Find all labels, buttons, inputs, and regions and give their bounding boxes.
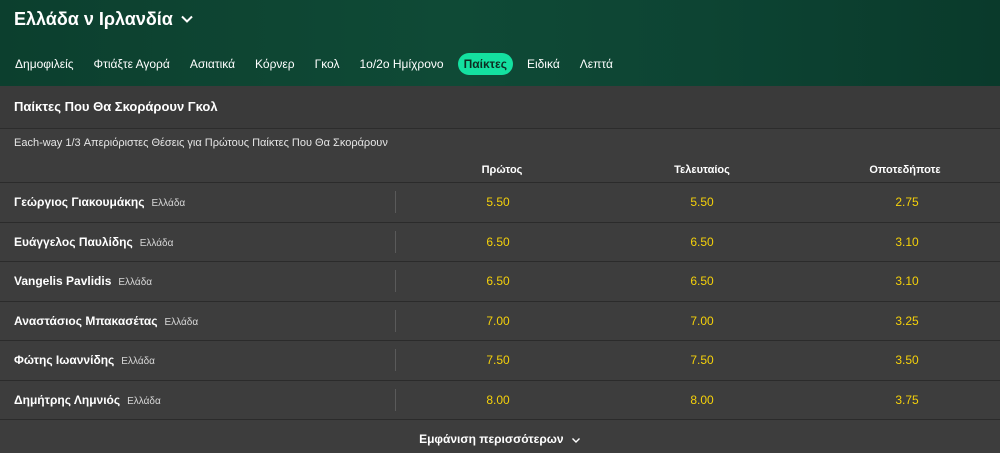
odds-first[interactable]: 5.50 bbox=[398, 195, 598, 209]
column-divider bbox=[395, 270, 396, 292]
market-tabs: Δημοφιλείς Φτιάξτε Αγορά Ασιατικά Κόρνερ… bbox=[9, 52, 627, 76]
odds-anytime[interactable]: 3.10 bbox=[807, 274, 1000, 288]
table-row: Vangelis Pavlidis Ελλάδα 6.50 6.50 3.10 bbox=[0, 261, 1000, 301]
odds-last[interactable]: 7.50 bbox=[602, 353, 802, 367]
odds-first[interactable]: 8.00 bbox=[398, 393, 598, 407]
chevron-down-icon bbox=[571, 437, 580, 443]
player-name: Ευάγγελος Παυλίδης Ελλάδα bbox=[14, 235, 174, 249]
tab-players[interactable]: Παίκτες bbox=[457, 53, 513, 75]
odds-first[interactable]: 7.50 bbox=[398, 353, 598, 367]
player-name: Αναστάσιος Μπακασέτας Ελλάδα bbox=[14, 314, 199, 328]
column-divider bbox=[395, 389, 396, 411]
odds-last[interactable]: 8.00 bbox=[602, 393, 802, 407]
odds-anytime[interactable]: 3.25 bbox=[807, 314, 1000, 328]
tab-halves[interactable]: 1ο/2ο Ημίχρονο bbox=[354, 53, 450, 75]
tab-minutes[interactable]: Λεπτά bbox=[574, 53, 619, 75]
match-header: Ελλάδα ν Ιρλανδία Δημοφιλείς Φτιάξτε Αγο… bbox=[0, 0, 1000, 86]
tab-goals[interactable]: Γκολ bbox=[309, 53, 346, 75]
table-row: Αναστάσιος Μπακασέτας Ελλάδα 7.00 7.00 3.… bbox=[0, 301, 1000, 341]
player-name: Vangelis Pavlidis Ελλάδα bbox=[14, 274, 153, 288]
odds-last[interactable]: 7.00 bbox=[602, 314, 802, 328]
odds-last[interactable]: 5.50 bbox=[602, 195, 802, 209]
each-way-note: Each-way 1/3 Απεριόριστες Θέσεις για Πρώ… bbox=[14, 137, 388, 149]
tab-specials[interactable]: Ειδικά bbox=[521, 53, 566, 75]
match-title: Ελλάδα ν Ιρλανδία bbox=[14, 8, 173, 29]
odds-last[interactable]: 6.50 bbox=[602, 274, 802, 288]
tab-bet-builder[interactable]: Φτιάξτε Αγορά bbox=[88, 53, 176, 75]
show-more-button[interactable]: Εμφάνιση περισσότερων bbox=[0, 432, 1000, 446]
column-header-first: Πρώτος bbox=[481, 164, 523, 176]
chevron-down-icon bbox=[181, 15, 193, 23]
column-divider bbox=[395, 349, 396, 371]
column-header-anytime: Οποτεδήποτε bbox=[869, 164, 941, 176]
odds-last[interactable]: 6.50 bbox=[602, 235, 802, 249]
table-row: Δημήτρης Λημνιός Ελλάδα 8.00 8.00 3.75 bbox=[0, 380, 1000, 420]
odds-anytime[interactable]: 3.10 bbox=[807, 235, 1000, 249]
odds-first[interactable]: 6.50 bbox=[398, 274, 598, 288]
market-title: Παίκτες Που Θα Σκοράρουν Γκολ bbox=[14, 99, 218, 114]
table-row: Φώτης Ιωαννίδης Ελλάδα 7.50 7.50 3.50 bbox=[0, 340, 1000, 380]
odds-first[interactable]: 7.00 bbox=[398, 314, 598, 328]
column-divider bbox=[395, 231, 396, 253]
tab-corners[interactable]: Κόρνερ bbox=[249, 53, 301, 75]
tab-asian[interactable]: Ασιατικά bbox=[184, 53, 241, 75]
player-name: Φώτης Ιωαννίδης Ελλάδα bbox=[14, 353, 155, 367]
show-more-label: Εμφάνιση περισσότερων bbox=[419, 432, 564, 446]
player-team: Ελλάδα bbox=[127, 396, 161, 407]
player-team: Ελλάδα bbox=[139, 238, 174, 249]
player-name: Δημήτρης Λημνιός Ελλάδα bbox=[14, 393, 161, 407]
odds-anytime[interactable]: 3.75 bbox=[807, 393, 1000, 407]
player-team: Ελλάδα bbox=[118, 277, 153, 288]
player-name: Γεώργιος Γιακουμάκης Ελλάδα bbox=[14, 195, 186, 209]
odds-anytime[interactable]: 3.50 bbox=[807, 353, 1000, 367]
table-row: Γεώργιος Γιακουμάκης Ελλάδα 5.50 5.50 2.7… bbox=[0, 182, 1000, 222]
column-header-last: Τελευταίος bbox=[674, 164, 730, 176]
tab-popular[interactable]: Δημοφιλείς bbox=[9, 53, 80, 75]
column-divider bbox=[395, 191, 396, 213]
player-team: Ελλάδα bbox=[121, 356, 155, 367]
market-header[interactable]: Παίκτες Που Θα Σκοράρουν Γκολ bbox=[0, 86, 1000, 129]
odds-first[interactable]: 6.50 bbox=[398, 235, 598, 249]
odds-anytime[interactable]: 2.75 bbox=[807, 195, 1000, 209]
column-divider bbox=[395, 310, 396, 332]
player-team: Ελλάδα bbox=[151, 198, 186, 209]
player-team: Ελλάδα bbox=[164, 317, 199, 328]
match-title-dropdown[interactable]: Ελλάδα ν Ιρλανδία bbox=[14, 8, 194, 30]
table-row: Ευάγγελος Παυλίδης Ελλάδα 6.50 6.50 3.10 bbox=[0, 222, 1000, 262]
